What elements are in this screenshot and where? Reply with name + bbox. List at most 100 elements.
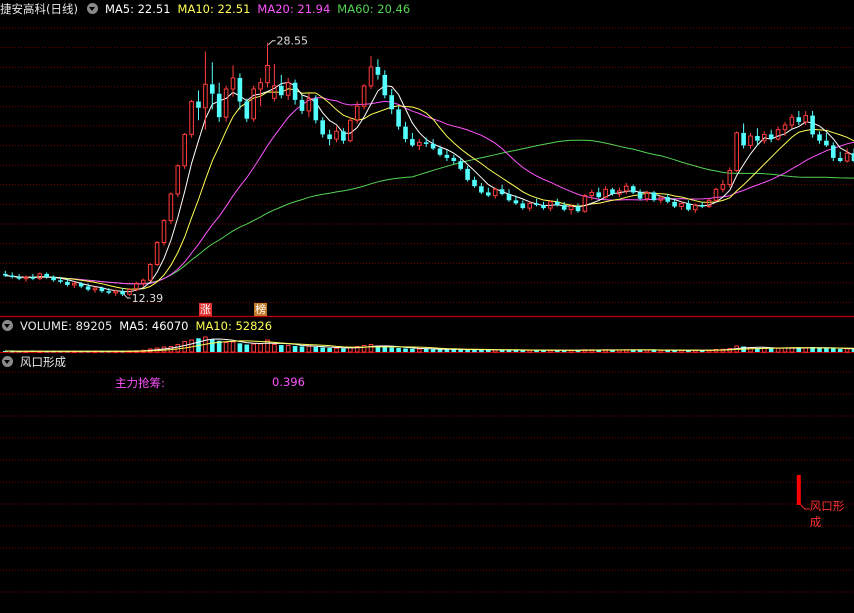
volume-bar-up: [361, 345, 367, 353]
candle-down: [610, 189, 615, 194]
volume-bar-up: [748, 347, 753, 353]
volume-bar-down: [437, 349, 443, 353]
volume-bar-up: [258, 343, 263, 353]
candle-up: [417, 141, 422, 146]
candle-up: [713, 188, 719, 201]
volume-bar-up: [306, 345, 312, 353]
candle-down: [403, 126, 408, 140]
volume-bar-down: [279, 345, 284, 352]
candle-down: [389, 95, 394, 110]
kline-chart[interactable]: 28.55 12.39: [0, 0, 854, 613]
ranking-badge[interactable]: 榜: [254, 303, 268, 316]
candle-down: [513, 200, 519, 204]
candle-down: [486, 192, 491, 196]
candle-down: [506, 194, 512, 201]
volume-bar-down: [444, 349, 450, 352]
candle-down: [299, 99, 305, 111]
candle-up: [568, 206, 574, 211]
candle-up: [168, 193, 174, 222]
volume-bar-up: [368, 344, 374, 353]
candle-down: [65, 281, 70, 285]
candle-down: [831, 145, 836, 158]
candle-down: [465, 168, 470, 180]
candle-up: [775, 129, 781, 140]
volume-bar-down: [396, 348, 401, 352]
candle-down: [78, 283, 84, 287]
volume-bar-down: [423, 349, 429, 352]
volume-bar-up: [223, 342, 229, 353]
candle-down: [120, 291, 125, 295]
candle-down: [824, 140, 829, 146]
candle-down: [637, 192, 643, 199]
candle-down: [279, 85, 284, 96]
candle-down: [16, 277, 22, 279]
candle-down: [651, 192, 657, 201]
candle-up: [37, 273, 43, 280]
volume-ma-lines: [5, 338, 854, 352]
volume-bar-down: [341, 348, 346, 352]
candle-up: [492, 188, 498, 197]
volume-bar-down: [237, 343, 243, 353]
candle-up: [230, 77, 236, 90]
price-annotation-label: 12.39: [132, 292, 164, 305]
candle-up: [113, 290, 119, 294]
candle-up: [803, 115, 809, 123]
volume-bar-up: [230, 341, 236, 353]
candle-down: [479, 186, 484, 193]
volume-bar-down: [430, 349, 436, 353]
candle-up: [203, 83, 208, 109]
candle-up: [748, 135, 753, 146]
candle-down: [382, 74, 388, 96]
price-annotation-label: 28.55: [277, 35, 309, 48]
candle-up: [679, 202, 684, 207]
volume-bar-down: [210, 339, 215, 352]
volume-bar-up: [189, 339, 194, 353]
candle-up: [589, 191, 595, 196]
candle-up: [582, 195, 588, 212]
candle-up: [147, 264, 153, 281]
candle-down: [541, 205, 546, 209]
candle-down: [244, 101, 250, 119]
ma5-line: [5, 81, 854, 293]
candle-down: [699, 205, 705, 207]
candle-up: [23, 276, 29, 280]
volume-bar-up: [334, 347, 339, 353]
candle-down: [237, 78, 243, 102]
volume-bar-down: [320, 347, 325, 352]
candle-up: [92, 287, 98, 291]
candle-down: [375, 67, 381, 75]
volume-bar-down: [472, 349, 477, 353]
volume-bar-down: [382, 347, 388, 352]
candle-down: [575, 206, 581, 212]
signal-label: 风口形成: [809, 499, 845, 529]
candle-down: [9, 275, 15, 278]
candle-up: [72, 282, 77, 286]
candlestick-series: [3, 42, 854, 296]
candle-down: [196, 101, 201, 108]
volume-bar-down: [299, 346, 305, 352]
candle-up: [223, 88, 229, 118]
signal-leader: [800, 504, 810, 510]
ma5-path: [5, 81, 854, 293]
candle-down: [58, 280, 63, 282]
candle-up: [334, 130, 339, 140]
volume-bar-down: [817, 348, 822, 352]
candle-down: [755, 136, 760, 141]
candle-up: [258, 82, 263, 90]
candle-down: [423, 142, 429, 144]
candle-down: [341, 131, 346, 141]
candle-up: [624, 185, 629, 192]
volume-bar-up: [182, 341, 187, 353]
candle-down: [520, 203, 526, 209]
volume-bar-up: [775, 347, 781, 353]
candle-down: [320, 120, 325, 135]
candle-down: [437, 148, 443, 155]
candle-down: [210, 84, 215, 94]
candle-up: [348, 119, 353, 142]
candle-down: [313, 98, 319, 121]
volume-bar-down: [831, 348, 836, 352]
candle-down: [451, 157, 457, 161]
limit-up-badge[interactable]: 涨: [198, 303, 212, 316]
candle-down: [837, 157, 843, 161]
candle-down: [499, 189, 505, 194]
